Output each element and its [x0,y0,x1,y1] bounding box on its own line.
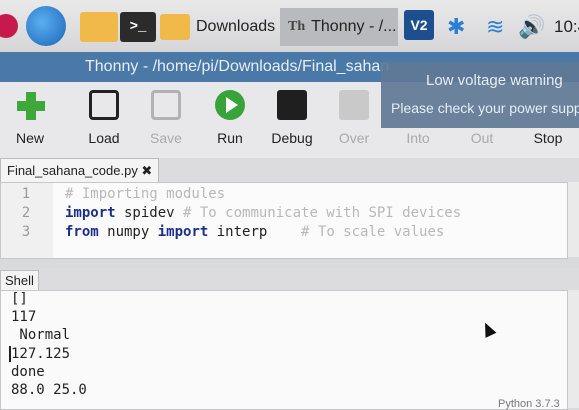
editor-tabbar: Final_sahana_code.py ✖ [0,158,579,183]
bluetooth-icon[interactable]: ✱ [447,14,465,40]
code-keyword: import [157,224,209,240]
window-title: Thonny - /home/pi/Downloads/Final_sahan [85,58,390,75]
shell-line: done [11,364,45,380]
new-button[interactable]: New [0,90,60,146]
line-number: 3 [21,224,31,240]
shell-tabbar: Shell [0,268,579,291]
shell-line: [] [11,291,28,307]
debug-button[interactable]: Debug [262,90,322,146]
code-line: import spidev # To communicate with SPI … [65,205,461,221]
notification-body: Please check your power suppl [391,100,579,116]
shell-console[interactable]: [] 117 Normal 127.125 done 88.0 25.0 [0,290,568,410]
load-button[interactable]: Load [74,90,134,146]
run-label: Run [217,130,243,146]
save-label: Save [150,130,182,146]
code-text: spidev [115,205,184,221]
step-over-button[interactable]: Over [324,90,384,146]
code-line: # Importing modules [65,186,225,202]
debug-label: Debug [271,130,313,146]
stop-label: Stop [533,130,563,146]
code-keyword: import [65,205,116,221]
terminal-icon[interactable]: >_ [120,12,156,42]
raspberry-menu-icon[interactable] [0,14,18,38]
line-number: 1 [21,186,31,202]
editor-scrollbar[interactable] [568,182,579,257]
load-label: Load [88,130,120,146]
thonny-icon: Th [288,19,306,34]
line-number: 2 [21,205,31,221]
load-icon [89,90,119,120]
new-label: New [15,130,44,146]
folder-icon [160,14,190,40]
low-voltage-notification[interactable]: Low voltage warning Please check your po… [381,62,579,128]
file-manager-icon[interactable] [80,12,118,42]
shell-line: 127.125 [11,346,71,362]
wifi-icon[interactable]: ≋ [486,14,504,40]
notification-title: Low voltage warning [426,72,563,89]
web-browser-icon[interactable] [26,6,66,46]
step-into-label: Into [406,130,430,146]
shell-line: Normal [11,327,71,343]
task-thonny[interactable]: Th Thonny - /... [280,8,398,46]
run-button[interactable]: Run [200,90,260,146]
task-downloads-label: Downloads [196,18,276,35]
vnc-icon[interactable]: V2 [404,10,434,40]
code-editor[interactable]: 1 2 3 # Importing modules import spidev … [0,182,568,259]
shell-line: 117 [11,309,37,325]
code-keyword: from [65,224,99,240]
code-comment: # To scale values [301,224,445,240]
step-over-label: Over [338,130,370,146]
text-cursor [9,346,11,362]
task-downloads[interactable]: Downloads [160,8,278,46]
run-icon [215,90,245,120]
save-icon [151,90,181,120]
tab-shell[interactable]: Shell [0,270,39,291]
save-button[interactable]: Save [136,90,196,146]
debug-icon [277,90,307,120]
code-text: numpy [98,224,158,240]
taskbar: >_ Downloads Th Thonny - /... V2 ✱ ≋ 🔊 1… [0,0,579,53]
step-out-label: Out [470,130,494,146]
volume-icon[interactable]: 🔊 [518,14,545,40]
tab-final-sahana-code[interactable]: Final_sahana_code.py ✖ [0,158,160,183]
step-over-icon [339,90,369,120]
clock[interactable]: 10:4 [554,17,579,37]
code-text: interp [208,224,302,240]
shell-line: 88.0 25.0 [11,382,87,398]
code-comment: # To communicate with SPI devices [183,205,462,221]
python-version-status: Python 3.7.3 [498,398,560,410]
shell-scrollbar[interactable] [568,290,579,408]
code-line: from numpy import interp # To scale valu… [65,224,444,240]
new-icon [15,90,45,120]
code-comment: # Importing modules [65,186,226,202]
task-thonny-label: Thonny - /... [311,18,397,35]
